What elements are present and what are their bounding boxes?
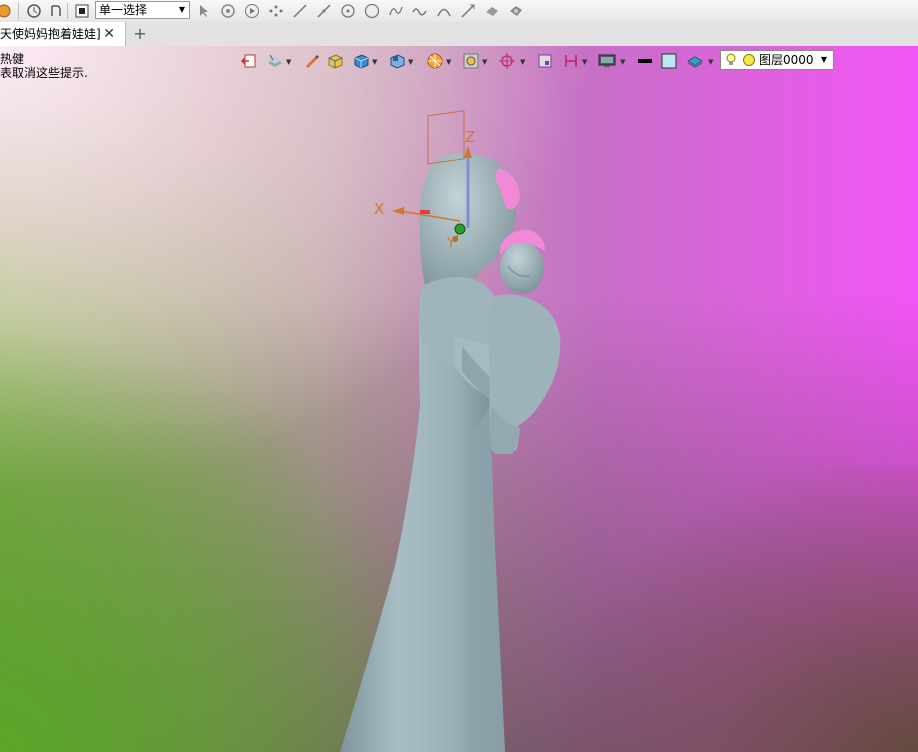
child-head xyxy=(500,242,544,294)
line2-icon[interactable] xyxy=(316,3,332,19)
wave-icon[interactable] xyxy=(412,3,428,19)
toolbar-separator xyxy=(18,3,19,19)
zoom-fit-icon[interactable] xyxy=(462,52,480,70)
pointer-icon[interactable] xyxy=(196,3,212,19)
layer-select[interactable]: 图层0000 ▼ xyxy=(720,50,834,70)
tab-document-label: 天使妈妈抱着娃娃] xyxy=(0,27,101,41)
chevron-down-icon: ▼ xyxy=(178,5,185,14)
x-axis-label: X xyxy=(374,200,385,218)
refresh-icon[interactable] xyxy=(26,3,42,19)
origin-point xyxy=(454,223,466,235)
selection-mode-value: 单一选择 xyxy=(99,3,148,17)
points-icon[interactable] xyxy=(268,3,284,19)
z-axis-arrow xyxy=(464,146,472,158)
tool-b-icon[interactable] xyxy=(508,3,524,19)
document-tab-bar: 天使妈妈抱着娃娃] ✕ + xyxy=(0,22,918,47)
solid-box-icon[interactable] xyxy=(326,52,344,70)
chevron-down-icon[interactable]: ▼ xyxy=(446,58,451,66)
tool-a-icon[interactable] xyxy=(484,3,500,19)
cube-icon[interactable] xyxy=(352,52,370,70)
add-tab-button[interactable]: + xyxy=(132,22,148,46)
diagonal-icon[interactable] xyxy=(460,3,476,19)
view-cube-icon[interactable] xyxy=(388,52,406,70)
chevron-down-icon: ▼ xyxy=(820,55,827,64)
chevron-down-icon[interactable]: ▼ xyxy=(520,58,525,66)
close-icon[interactable]: ✕ xyxy=(103,22,115,46)
circle-icon[interactable] xyxy=(364,3,380,19)
line-icon[interactable] xyxy=(292,3,308,19)
3d-viewport[interactable]: 热健 表取消这些提示. Z X Y ▼ ▼ ▼ ▼ ▼ ▼ ▼ ▼ ▼ 图层00… xyxy=(0,46,918,752)
chevron-down-icon[interactable]: ▼ xyxy=(408,58,413,66)
chevron-down-icon[interactable]: ▼ xyxy=(582,58,587,66)
undo-icon[interactable] xyxy=(48,3,64,19)
chevron-down-icon[interactable]: ▼ xyxy=(482,58,487,66)
app-icon[interactable] xyxy=(0,3,12,19)
toolbar-separator xyxy=(67,3,68,19)
model-scene xyxy=(340,110,561,752)
dimension-icon[interactable] xyxy=(562,52,580,70)
x-axis-marker xyxy=(420,210,430,214)
lightbulb-icon[interactable] xyxy=(725,53,737,72)
curve-icon[interactable] xyxy=(388,3,404,19)
circle-dot-icon[interactable] xyxy=(340,3,356,19)
line-color-swatch[interactable] xyxy=(636,52,654,70)
arc-icon[interactable] xyxy=(436,3,452,19)
layer-stack-icon[interactable] xyxy=(686,52,704,70)
pen-icon[interactable] xyxy=(302,52,320,70)
tab-document[interactable]: 天使妈妈抱着娃娃] ✕ xyxy=(0,22,126,46)
selection-mode-select[interactable]: 单一选择 ▼ xyxy=(95,1,190,19)
snap-target-icon[interactable] xyxy=(498,52,516,70)
fill-color-swatch[interactable] xyxy=(660,52,678,70)
chevron-down-icon[interactable]: ▼ xyxy=(286,58,291,66)
z-axis-label: Z xyxy=(465,128,476,146)
play-icon[interactable] xyxy=(244,3,260,19)
rotate-icon[interactable] xyxy=(220,3,236,19)
layer-name: 图层0000 xyxy=(759,53,814,67)
chevron-down-icon[interactable]: ▼ xyxy=(708,58,713,66)
layer-color-dot[interactable] xyxy=(743,54,755,66)
render-mode-icon[interactable] xyxy=(426,52,444,70)
stop-icon[interactable] xyxy=(74,3,90,19)
robe-fold xyxy=(469,406,505,752)
frame-select-icon[interactable] xyxy=(536,52,554,70)
exit-icon[interactable] xyxy=(240,52,258,70)
monitor-icon[interactable] xyxy=(598,52,616,70)
layers-stack-icon[interactable] xyxy=(266,52,284,70)
y-axis-label: Y xyxy=(447,236,455,251)
main-toolbar: 单一选择 ▼ xyxy=(0,0,918,23)
x-axis-arrow xyxy=(392,207,404,215)
chevron-down-icon[interactable]: ▼ xyxy=(620,58,625,66)
chevron-down-icon[interactable]: ▼ xyxy=(372,58,377,66)
